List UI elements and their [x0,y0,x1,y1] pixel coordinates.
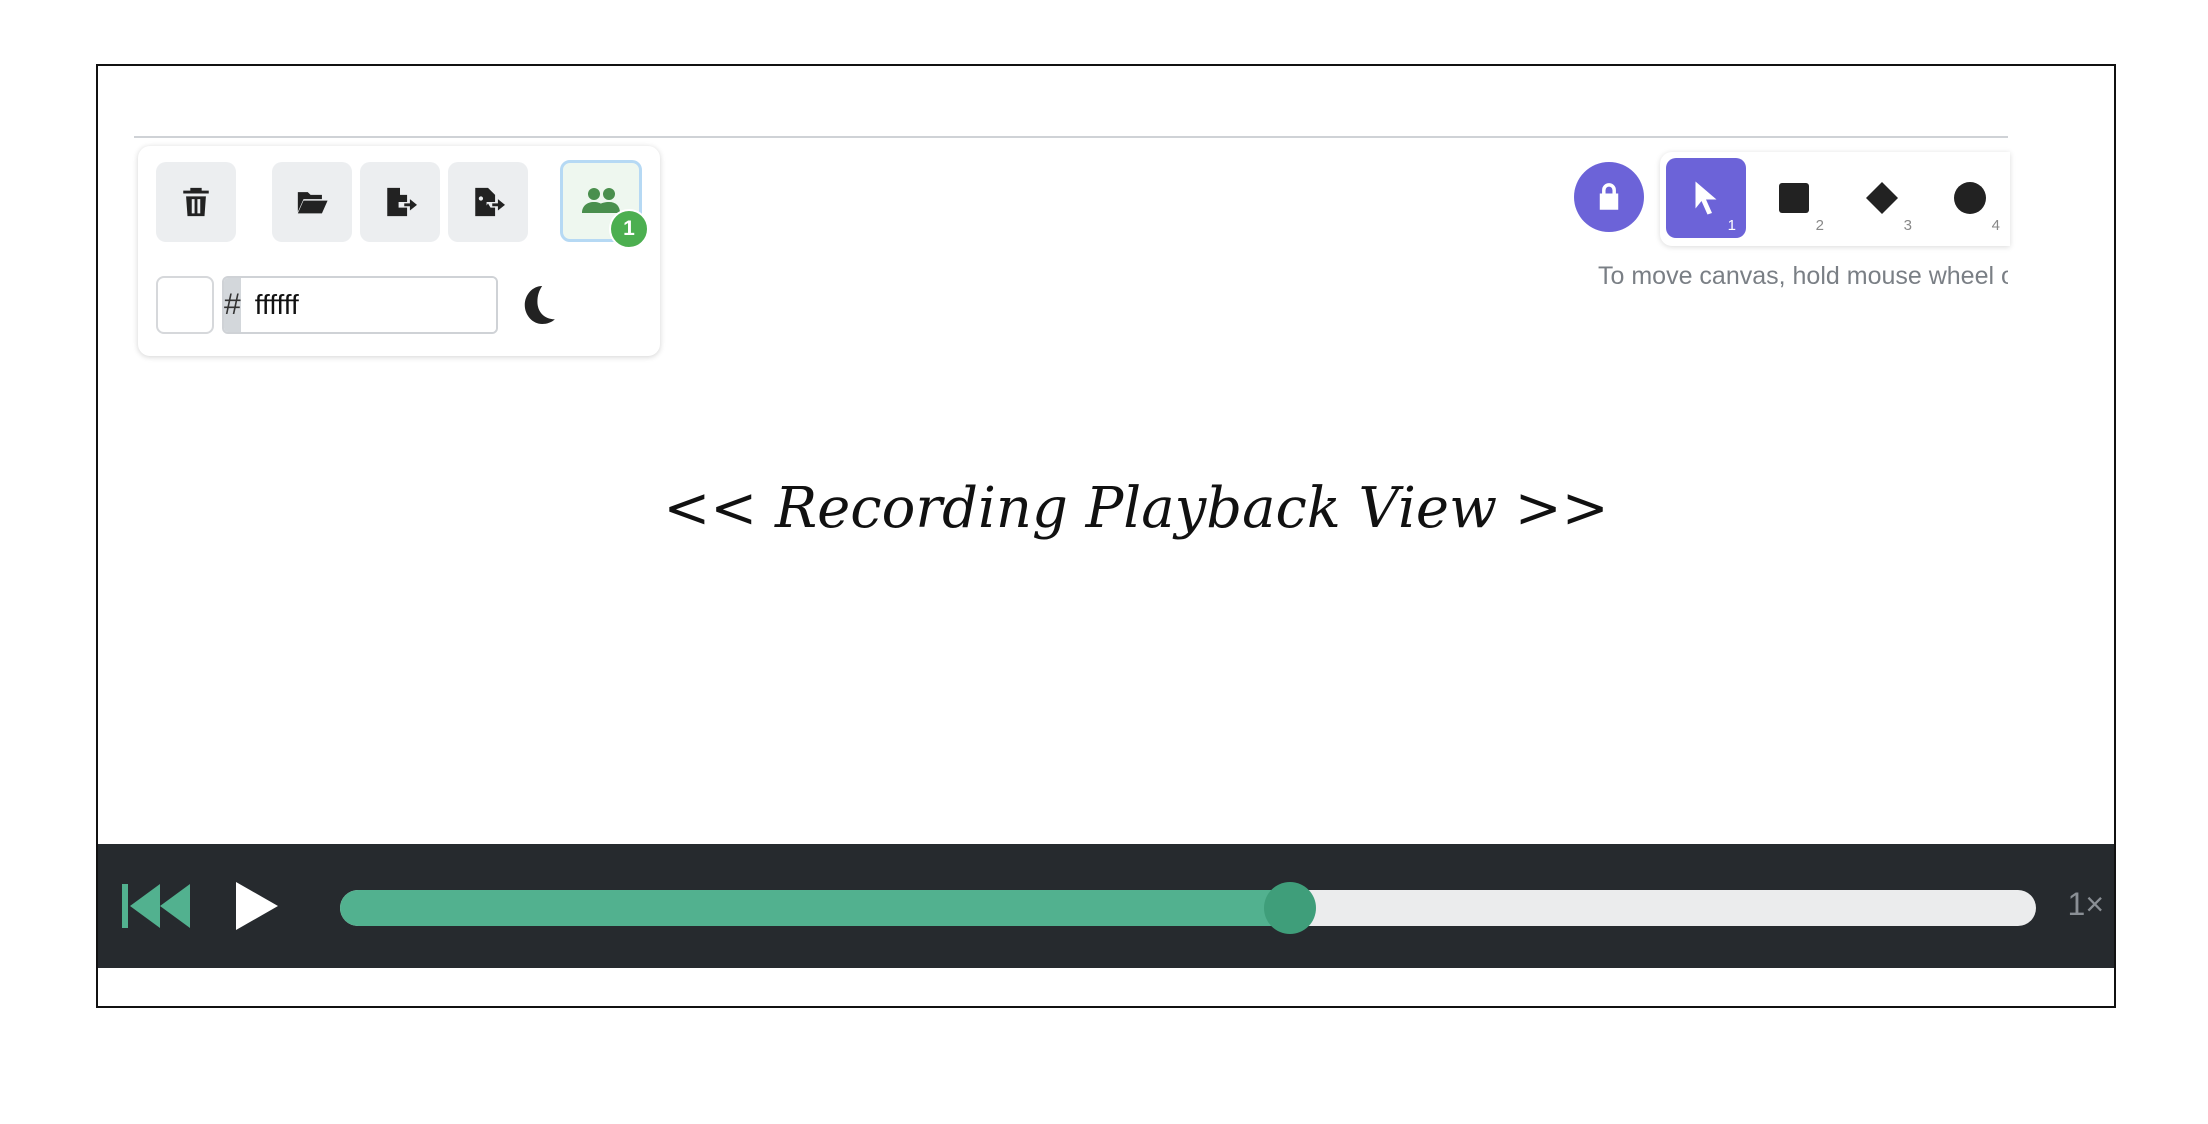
export-image-button[interactable] [448,162,528,242]
top-divider [134,136,2008,138]
progress-thumb[interactable] [1263,882,1316,934]
file-image-export-icon [475,187,505,217]
shortcut-label: 4 [1991,217,2000,234]
shortcut-label: 3 [1903,217,1912,234]
progress-fill [340,890,1290,926]
background-color-input[interactable] [240,278,496,332]
background-color-field: # [222,276,498,334]
pointer-icon [1695,181,1717,215]
collaborators-count-badge: 1 [609,209,649,249]
square-icon [1779,183,1809,213]
collaborators-button[interactable]: 1 [560,160,649,249]
clear-canvas-button[interactable] [156,162,236,242]
export-file-button[interactable] [360,162,440,242]
circle-icon [1954,182,1986,214]
file-export-icon [387,187,417,217]
selection-tool-button[interactable]: 1 [1666,158,1746,238]
canvas-hint-text: To move canvas, hold mouse wheel or spac… [1598,262,2008,290]
diamond-tool-button[interactable]: 3 [1842,158,1922,238]
progress-track[interactable] [340,890,2036,926]
playback-view-label: << Recording Playback View >> [663,476,1609,541]
shape-tools-bar: 1 2 3 4 [1660,152,2010,246]
recording-playback-window: 1 # 1 2 3 4 To move canvas, hold mouse w… [96,64,2116,1008]
diamond-icon [1866,182,1898,214]
hex-prefix: # [224,278,241,332]
shortcut-label: 2 [1815,217,1824,234]
tool-lock-button[interactable] [1574,162,1644,232]
ellipse-tool-button[interactable]: 4 [1930,158,2010,238]
main-toolbar-panel: 1 # [138,146,660,356]
background-color-swatch[interactable] [156,276,214,334]
trash-icon [183,187,209,217]
open-file-button[interactable] [272,162,352,242]
users-icon [582,188,620,213]
rewind-to-start-icon[interactable] [122,884,196,928]
rectangle-tool-button[interactable]: 2 [1754,158,1834,238]
shortcut-label: 1 [1727,217,1736,234]
play-icon[interactable] [236,882,278,930]
playback-speed[interactable]: 1× [2068,886,2104,923]
moon-icon[interactable] [520,284,558,326]
playback-bar: 1× [98,844,2114,968]
folder-open-icon [297,192,328,214]
lock-icon [1599,183,1619,210]
